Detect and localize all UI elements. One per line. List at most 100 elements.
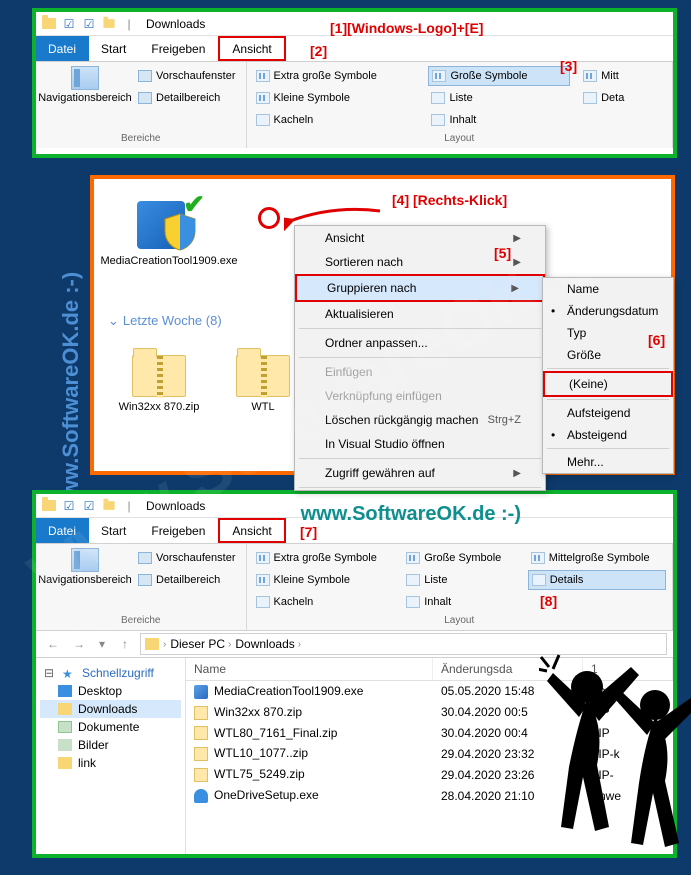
preview-pane-button[interactable]: Vorschaufenster	[134, 66, 240, 86]
breadcrumb-segment[interactable]: Downloads›	[235, 637, 301, 651]
col-name[interactable]: Name	[186, 658, 433, 680]
layout-icon	[406, 552, 420, 564]
chevron-right-icon: ▶	[513, 233, 521, 244]
layout-extra-large[interactable]: Extra große Symbole	[253, 548, 394, 568]
tab-start[interactable]: Start	[89, 518, 139, 543]
up-button[interactable]: ↑	[114, 633, 136, 655]
sub-name[interactable]: Name	[543, 278, 673, 300]
window-title: Downloads	[146, 17, 205, 31]
titlebar: ☑ ☑ | Downloads	[36, 12, 673, 36]
navigation-pane-button[interactable]: Navigationsbereich	[42, 548, 128, 590]
ctx-paste-link: Verknüpfung einfügen	[295, 384, 545, 408]
ribbon-group-panes: Navigationsbereich Vorschaufenster Detai…	[36, 62, 247, 148]
breadcrumb-segment[interactable]: Dieser PC›	[170, 637, 231, 651]
layout-icon	[531, 552, 545, 564]
sidebar-documents[interactable]: Dokumente	[40, 718, 181, 736]
checkbox-icon[interactable]: ☑	[60, 15, 78, 33]
ctx-visual-studio[interactable]: In Visual Studio öffnen	[295, 432, 545, 456]
preview-pane-icon	[138, 552, 152, 564]
checkbox-icon[interactable]: ☑	[80, 497, 98, 515]
ctx-view[interactable]: Ansicht▶	[295, 226, 545, 250]
detail-pane-button[interactable]: Detailbereich	[134, 570, 240, 590]
tab-file[interactable]: Datei	[36, 518, 89, 543]
layout-details[interactable]: Deta	[580, 88, 666, 108]
group-header[interactable]: ⌄Letzte Woche (8)	[108, 313, 222, 329]
shortcut-label: Strg+Z	[488, 414, 521, 426]
sidebar-pictures[interactable]: Bilder	[40, 736, 181, 754]
sub-type[interactable]: Typ	[543, 322, 673, 344]
sub-desc[interactable]: Absteigend	[543, 424, 673, 446]
file-zip[interactable]: Win32xx 870.zip	[114, 345, 204, 413]
watermark-side: www.SoftwareOK.de :-)	[58, 272, 84, 514]
checkbox-icon[interactable]: ☑	[80, 15, 98, 33]
ctx-customize[interactable]: Ordner anpassen...	[295, 331, 545, 355]
tab-share[interactable]: Freigeben	[139, 36, 218, 61]
layout-details[interactable]: Details	[528, 570, 666, 590]
layout-icon	[256, 552, 270, 564]
ctx-refresh[interactable]: Aktualisieren	[295, 302, 545, 326]
sidebar-desktop[interactable]: Desktop	[40, 682, 181, 700]
separator	[547, 399, 669, 400]
tab-file[interactable]: Datei	[36, 36, 89, 61]
layout-list[interactable]: Liste	[428, 88, 570, 108]
layout-tiles[interactable]: Kacheln	[253, 592, 394, 612]
watermark-inline: www.SoftwareOK.de :-)	[301, 503, 521, 526]
context-menu: Ansicht▶ Sortieren nach▶ Gruppieren nach…	[294, 225, 546, 491]
back-button[interactable]: ←	[42, 633, 64, 655]
layout-content[interactable]: Inhalt	[403, 592, 517, 612]
ctx-access[interactable]: Zugriff gewähren auf▶	[295, 461, 545, 485]
sub-size[interactable]: Größe	[543, 344, 673, 366]
navigation-pane-button[interactable]: Navigationsbereich	[42, 66, 128, 108]
chevron-right-icon: ›	[228, 639, 231, 650]
tree-collapse-icon[interactable]: ⊟	[44, 666, 54, 680]
layout-list[interactable]: Liste	[403, 570, 517, 590]
tab-view[interactable]: Ansicht	[218, 36, 285, 61]
layout-medium[interactable]: Mitt	[580, 66, 666, 86]
tab-share[interactable]: Freigeben	[139, 518, 218, 543]
chevron-down-icon: ⌄	[108, 313, 119, 328]
group-label-panes: Bereiche	[42, 133, 240, 144]
sub-more[interactable]: Mehr...	[543, 451, 673, 473]
sidebar-link[interactable]: link	[40, 754, 181, 772]
detail-pane-button[interactable]: Detailbereich	[134, 88, 240, 108]
layout-icon	[431, 114, 445, 126]
ctx-sort[interactable]: Sortieren nach▶	[295, 250, 545, 274]
tab-view[interactable]: Ansicht	[218, 518, 285, 543]
checkbox-icon[interactable]: ☑	[60, 497, 78, 515]
checkmark-icon: ✔	[183, 189, 205, 220]
ctx-group-by[interactable]: Gruppieren nach▶	[295, 274, 545, 302]
layout-small[interactable]: Kleine Symbole	[253, 88, 419, 108]
folder-icon	[40, 15, 58, 33]
layout-content[interactable]: Inhalt	[428, 110, 570, 130]
ctx-undo[interactable]: Löschen rückgängig machenStrg+Z	[295, 408, 545, 432]
layout-small[interactable]: Kleine Symbole	[253, 570, 394, 590]
context-submenu: Name Änderungsdatum Typ Größe (Keine) Au…	[542, 277, 674, 474]
chevron-right-icon: ›	[163, 639, 166, 650]
separator	[547, 368, 669, 369]
layout-large[interactable]: Große Symbole	[403, 548, 517, 568]
sub-none[interactable]: (Keine)	[543, 371, 673, 397]
group-label-layout: Layout	[253, 615, 667, 626]
history-dropdown[interactable]: ▾	[94, 633, 110, 655]
layout-icon	[256, 596, 270, 608]
folder-small-icon	[100, 15, 118, 33]
layout-icon	[532, 574, 546, 586]
navigation-pane-label: Navigationsbereich	[38, 92, 132, 104]
layout-extra-large[interactable]: Extra große Symbole	[253, 66, 419, 86]
layout-large[interactable]: Große Symbole	[428, 66, 570, 86]
layout-tiles[interactable]: Kacheln	[253, 110, 419, 130]
sub-date[interactable]: Änderungsdatum	[543, 300, 673, 322]
file-large[interactable]: ✔ MediaCreationTool1909.exe	[114, 195, 224, 267]
sidebar-quick-access[interactable]: ⊟★Schnellzugriff	[40, 664, 181, 682]
sub-asc[interactable]: Aufsteigend	[543, 402, 673, 424]
layout-medium[interactable]: Mittelgroße Symbole	[528, 548, 666, 568]
folder-small-icon	[100, 497, 118, 515]
desktop-icon	[58, 685, 72, 697]
forward-button[interactable]: →	[68, 633, 90, 655]
zip-icon	[194, 747, 208, 761]
preview-pane-button[interactable]: Vorschaufenster	[134, 548, 240, 568]
tab-start[interactable]: Start	[89, 36, 139, 61]
sidebar-downloads[interactable]: Downloads	[40, 700, 181, 718]
zip-icon	[194, 768, 208, 782]
layout-icon	[432, 70, 446, 82]
